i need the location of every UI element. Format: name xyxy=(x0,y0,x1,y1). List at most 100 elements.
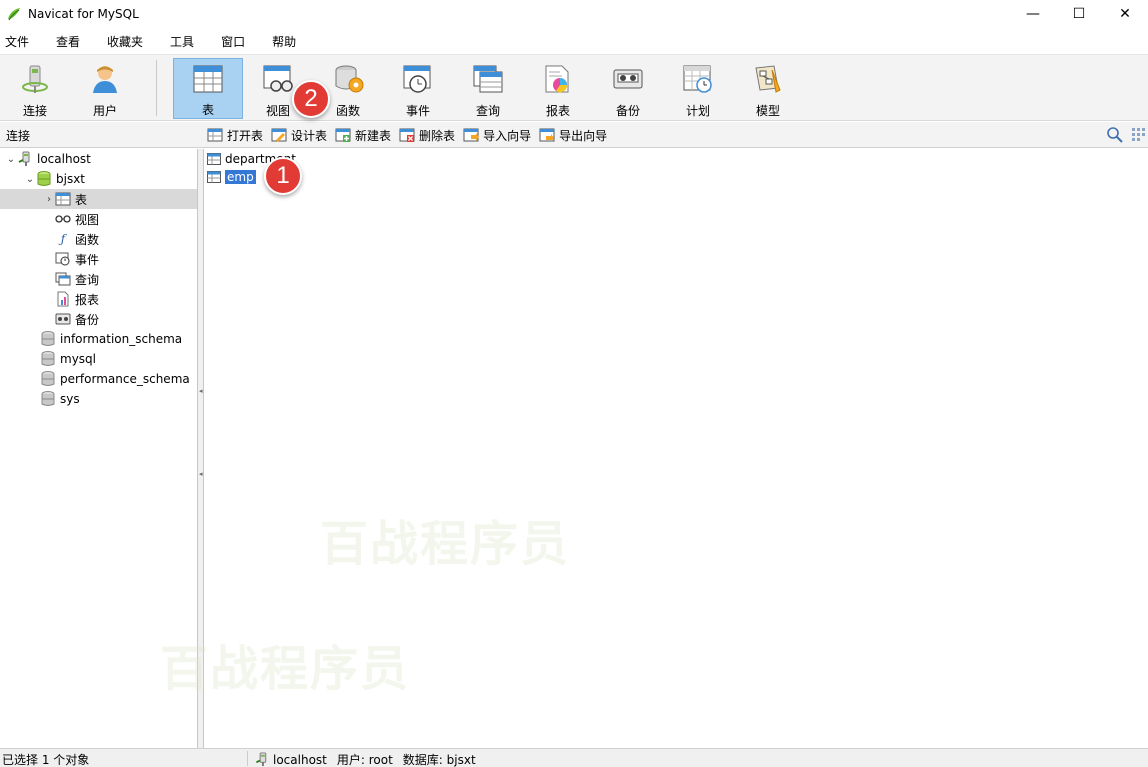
grid-view-icon[interactable] xyxy=(1130,126,1148,144)
chevron-down-icon[interactable]: ⌄ xyxy=(24,174,36,185)
design-table-button[interactable]: 设计表 xyxy=(271,125,327,145)
database-closed-icon xyxy=(40,371,56,387)
watermark: 百战程序员 xyxy=(320,516,571,572)
open-table-icon xyxy=(207,128,223,142)
tree-label: sys xyxy=(60,392,80,406)
tree-node-database[interactable]: performance_schema xyxy=(0,369,197,389)
menu-favorites[interactable]: 收藏夹 xyxy=(102,33,155,50)
toolbar-event-button[interactable]: 事件 xyxy=(383,58,453,119)
user-icon xyxy=(87,62,123,96)
tree-node-views[interactable]: 视图 xyxy=(0,209,197,229)
tree-label: 视图 xyxy=(75,212,100,227)
chevron-down-icon[interactable]: ⌄ xyxy=(5,154,17,165)
event-node-icon xyxy=(55,251,71,267)
splitter-arrow-icon[interactable]: ◂ xyxy=(199,470,203,484)
tree-node-localhost[interactable]: ⌄ localhost xyxy=(0,149,197,169)
new-table-label: 新建表 xyxy=(355,128,392,143)
tree-label: mysql xyxy=(60,352,96,366)
toolbar-report-button[interactable]: 报表 xyxy=(523,58,593,119)
database-closed-icon xyxy=(40,331,56,347)
main-toolbar: 连接 用户 表 视图 函数 事件 查询 报表 备份 计划 模型 xyxy=(0,54,1148,121)
tree-node-events[interactable]: 事件 xyxy=(0,249,197,269)
open-table-label: 打开表 xyxy=(227,128,264,143)
tree-label: 备份 xyxy=(75,312,100,327)
menu-view[interactable]: 查看 xyxy=(51,33,92,50)
table-node-icon xyxy=(55,191,71,207)
toolbar-label: 连接 xyxy=(22,104,47,118)
delete-table-icon xyxy=(399,128,415,142)
menu-file[interactable]: 文件 xyxy=(0,33,41,50)
close-button[interactable]: ✕ xyxy=(1102,0,1148,28)
tree-label: 事件 xyxy=(75,252,100,267)
window-title: Navicat for MySQL xyxy=(28,7,139,21)
navicat-logo-icon xyxy=(8,8,20,21)
connection-icon xyxy=(17,62,53,96)
report-node-icon xyxy=(55,291,71,307)
import-wizard-button[interactable]: 导入向导 xyxy=(463,125,531,145)
tree-label: 表 xyxy=(75,192,88,207)
status-host: localhost xyxy=(273,752,327,767)
new-table-button[interactable]: 新建表 xyxy=(335,125,391,145)
tree-node-database[interactable]: information_schema xyxy=(0,329,197,349)
table-name: emp xyxy=(225,170,256,184)
menu-window[interactable]: 窗口 xyxy=(216,33,257,50)
object-toolbar: 连接 打开表 设计表 新建表 删除表 导入向导 导出向导 xyxy=(0,122,1148,148)
tree-node-bjsxt[interactable]: ⌄ bjsxt xyxy=(0,169,197,189)
status-database: 数据库: bjsxt xyxy=(402,753,476,767)
tree-label: information_schema xyxy=(60,332,183,346)
tree-node-queries[interactable]: 查询 xyxy=(0,269,197,289)
design-table-label: 设计表 xyxy=(291,128,328,143)
new-table-icon xyxy=(335,128,351,142)
view-node-icon xyxy=(55,211,71,227)
menu-help[interactable]: 帮助 xyxy=(267,33,308,50)
maximize-button[interactable]: ☐ xyxy=(1056,0,1102,28)
export-wizard-button[interactable]: 导出向导 xyxy=(539,125,607,145)
tree-node-tables[interactable]: › 表 xyxy=(0,189,197,209)
tree-node-reports[interactable]: 报表 xyxy=(0,289,197,309)
panel-splitter[interactable] xyxy=(198,149,204,748)
toolbar-label: 事件 xyxy=(405,104,430,118)
menu-bar: 文件 查看 收藏夹 工具 窗口 帮助 xyxy=(0,28,1148,54)
toolbar-backup-button[interactable]: 备份 xyxy=(593,58,663,119)
tree-node-functions[interactable]: ƒ 函数 xyxy=(0,229,197,249)
step-marker-1: 1 xyxy=(264,157,302,195)
status-user: 用户: root xyxy=(336,753,393,767)
import-wizard-icon xyxy=(463,128,480,142)
toolbar-table-button[interactable]: 表 xyxy=(173,58,243,119)
toolbar-label: 视图 xyxy=(265,104,290,118)
tree-label: performance_schema xyxy=(60,372,190,386)
delete-table-button[interactable]: 删除表 xyxy=(399,125,455,145)
toolbar-connection-button[interactable]: 连接 xyxy=(0,58,70,119)
backup-icon xyxy=(610,62,646,96)
query-icon xyxy=(470,62,506,96)
open-table-button[interactable]: 打开表 xyxy=(207,125,263,145)
database-closed-icon xyxy=(40,391,56,407)
connection-tree: ⌄ localhost ⌄ bjsxt › 表 视图 ƒ 函数 事件 查询 报表… xyxy=(0,149,198,748)
tree-node-database[interactable]: sys xyxy=(0,389,197,409)
tree-node-database[interactable]: mysql xyxy=(0,349,197,369)
connection-panel-label: 连接 xyxy=(6,129,31,143)
table-item-emp[interactable]: emp xyxy=(205,168,256,186)
search-icon[interactable] xyxy=(1106,126,1124,144)
query-node-icon xyxy=(55,271,71,287)
minimize-button[interactable]: — xyxy=(1010,0,1056,28)
database-closed-icon xyxy=(40,351,56,367)
backup-node-icon xyxy=(55,311,71,327)
export-wizard-label: 导出向导 xyxy=(559,128,608,143)
table-icon xyxy=(207,171,221,183)
schedule-icon xyxy=(680,62,716,96)
toolbar-user-button[interactable]: 用户 xyxy=(70,58,140,119)
toolbar-query-button[interactable]: 查询 xyxy=(453,58,523,119)
splitter-arrow-icon[interactable]: ◂ xyxy=(199,387,203,401)
toolbar-schedule-button[interactable]: 计划 xyxy=(663,58,733,119)
export-wizard-icon xyxy=(539,128,555,142)
menu-tools[interactable]: 工具 xyxy=(165,33,206,50)
status-divider xyxy=(247,751,248,766)
event-icon xyxy=(400,62,436,96)
tree-node-backups[interactable]: 备份 xyxy=(0,309,197,329)
chevron-right-icon[interactable]: › xyxy=(43,194,55,205)
report-icon xyxy=(540,62,576,96)
toolbar-model-button[interactable]: 模型 xyxy=(733,58,803,119)
object-list: department emp 百战程序员 百战程序员 xyxy=(160,149,1148,748)
tree-label: 查询 xyxy=(75,272,100,287)
